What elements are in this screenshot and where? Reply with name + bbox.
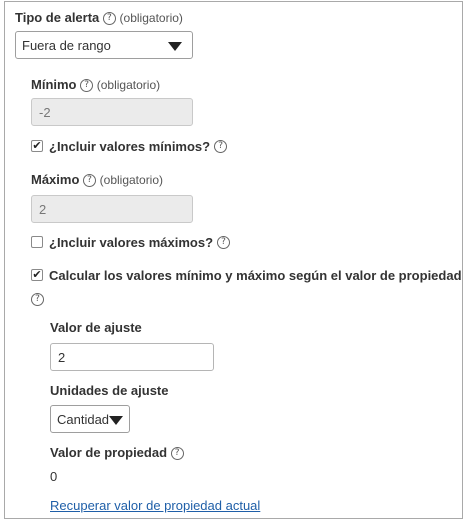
adjust-units-selected-value: Cantidad: [57, 412, 110, 427]
adjust-value-input[interactable]: [50, 343, 214, 371]
alert-type-select[interactable]: Fuera de rango: [15, 31, 193, 59]
property-value-readout: 0: [50, 469, 58, 484]
include-maximum-row[interactable]: ¿Incluir valores máximos? ?: [31, 234, 231, 250]
property-value-label: Valor de propiedad: [50, 445, 168, 460]
minimum-input: [31, 98, 193, 126]
refresh-property-value-link[interactable]: Recuperar valor de propiedad actual: [50, 498, 260, 513]
question-circle-icon[interactable]: ?: [31, 293, 44, 306]
question-circle-icon[interactable]: ?: [170, 447, 184, 461]
question-circle-icon[interactable]: ?: [217, 235, 231, 249]
question-circle-icon[interactable]: ?: [214, 139, 228, 153]
question-circle-icon[interactable]: ?: [102, 12, 116, 26]
minimum-label: Mínimo: [31, 77, 77, 92]
alert-type-heading: Tipo de alerta ? (obligatorio): [15, 10, 183, 26]
minimum-heading: Mínimo ? (obligatorio): [31, 77, 161, 93]
calc-from-property-checkbox[interactable]: ✔: [31, 269, 43, 281]
calc-from-property-label: Calcular los valores mínimo y máximo seg…: [49, 267, 462, 283]
minimum-required-hint: (obligatorio): [96, 78, 161, 92]
include-maximum-checkbox[interactable]: [31, 236, 43, 248]
alert-type-selected-value: Fuera de rango: [22, 38, 111, 53]
adjust-units-select[interactable]: Cantidad: [50, 405, 130, 433]
adjust-units-label: Unidades de ajuste: [50, 383, 169, 398]
alert-type-label: Tipo de alerta: [15, 10, 100, 25]
question-circle-icon[interactable]: ?: [80, 79, 94, 93]
include-minimum-label: ¿Incluir valores mínimos?: [49, 138, 211, 154]
maximum-heading: Máximo ? (obligatorio): [31, 172, 164, 188]
include-maximum-label: ¿Incluir valores máximos?: [49, 234, 214, 250]
question-circle-icon[interactable]: ?: [83, 174, 97, 188]
maximum-input: [31, 195, 193, 223]
calc-from-property-row[interactable]: ✔ Calcular los valores mínimo y máximo s…: [31, 267, 462, 283]
maximum-required-hint: (obligatorio): [99, 173, 164, 187]
maximum-label: Máximo: [31, 172, 80, 187]
alert-type-required-hint: (obligatorio): [119, 11, 183, 25]
include-minimum-checkbox[interactable]: ✔: [31, 140, 43, 152]
property-value-heading: Valor de propiedad ?: [50, 445, 184, 461]
alert-settings-panel: Tipo de alerta ? (obligatorio) Fuera de …: [4, 1, 463, 519]
triangle-down-icon: [168, 42, 182, 51]
include-minimum-row[interactable]: ✔ ¿Incluir valores mínimos? ?: [31, 138, 228, 154]
adjust-value-label: Valor de ajuste: [50, 320, 142, 335]
triangle-down-icon: [109, 416, 123, 425]
